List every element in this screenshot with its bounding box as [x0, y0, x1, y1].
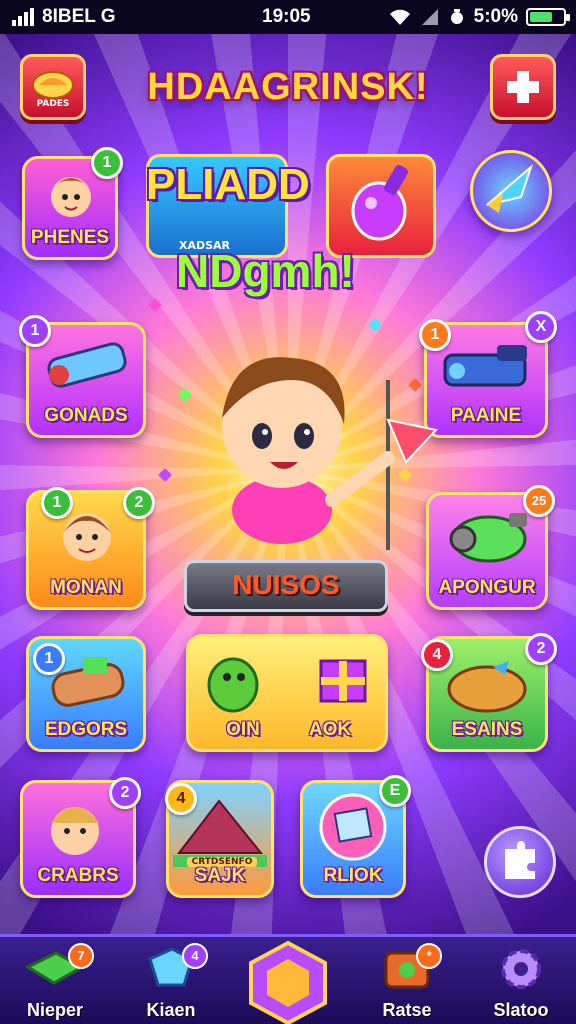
bottom-nav: 7 Nieper 4 Kiaen * Ratse Slatoo	[0, 934, 576, 1024]
tile-label: RLIOK	[323, 865, 383, 886]
tile-apongur[interactable]: APONGUR 25	[426, 485, 555, 610]
battery-percent: 5:0%	[473, 6, 518, 27]
tile-edgors[interactable]: EDGORS 1	[26, 636, 146, 752]
tile-esains[interactable]: ESAINS 4 2	[421, 633, 557, 752]
count-badge: 4	[165, 783, 197, 815]
close-badge[interactable]: X	[525, 311, 557, 343]
tile-label: APONGUR	[438, 577, 536, 598]
tile-oin-aok[interactable]: OIN AOK	[186, 634, 388, 752]
tile-paaine[interactable]: PAAINE 1 X	[419, 311, 557, 438]
home-gem-icon	[249, 940, 327, 1024]
puzzle-button[interactable]	[484, 826, 556, 898]
tile-label: PHENES	[30, 227, 110, 248]
nav-label: Kiaen	[146, 1000, 196, 1020]
nav-item-ratse[interactable]: * Ratse	[352, 937, 462, 1024]
game-title: HDAAGRINSK!	[147, 66, 429, 108]
count-badge: 2	[123, 487, 155, 519]
shop-button-label: PADES	[36, 99, 70, 109]
tile-monan[interactable]: MONAN 1 2	[26, 487, 155, 610]
carrier-label: 8IBEL G	[42, 6, 116, 27]
nav-label: Ratse	[382, 1000, 432, 1020]
wifi-icon	[389, 9, 410, 25]
tile-gonads[interactable]: GONADS 1	[19, 315, 146, 438]
nav-label: Slatoo	[493, 1000, 549, 1020]
count-badge: E	[379, 775, 411, 807]
promo-title: PLIADD	[146, 160, 310, 209]
count-badge: 1	[91, 147, 123, 179]
rocket-button[interactable]	[470, 150, 552, 232]
rocket-icon	[486, 163, 534, 213]
tile-rliok[interactable]: RLIOK E	[300, 775, 411, 898]
count-badge: 4	[421, 639, 453, 671]
puzzle-icon	[505, 841, 535, 879]
game-screen: 8IBEL G 19:05 5:0% PADES HDAAGRINSK! XAD…	[0, 0, 576, 1024]
status-bar: 8IBEL G 19:05 5:0%	[0, 0, 576, 34]
gift-box-icon	[319, 659, 367, 703]
add-button[interactable]	[490, 54, 556, 120]
tile-label: CRABRS	[37, 865, 119, 886]
count-badge: 1	[33, 643, 65, 675]
cell-signal-icon	[421, 9, 438, 25]
count-badge: 1	[41, 487, 73, 519]
nav-item-kiaen[interactable]: 4 Kiaen	[116, 937, 226, 1024]
tile-sajk[interactable]: CRTDSENFO SAJK 4	[165, 780, 274, 898]
count-badge: 2	[109, 777, 141, 809]
count-badge: 25	[523, 485, 555, 517]
nav-badge: 7	[68, 943, 94, 969]
tile-label: SAJK	[194, 865, 246, 886]
count-badge: 2	[525, 633, 557, 665]
play-button-label: NUISOS	[232, 569, 340, 600]
nav-item-nieper[interactable]: 7 Nieper	[0, 937, 110, 1024]
nav-badge: 4	[182, 943, 208, 969]
cash-icon	[24, 951, 86, 985]
nav-label: Nieper	[26, 1000, 84, 1020]
tile-label: GONADS	[44, 405, 128, 426]
battery-icon	[526, 8, 570, 26]
shop-icon	[32, 71, 74, 99]
tile-label: MONAN	[50, 577, 122, 598]
tile-crabrs[interactable]: CRABRS 2	[20, 777, 141, 898]
tile-label-left: OIN	[226, 719, 260, 740]
signal-icon	[12, 8, 34, 26]
tile-phenes[interactable]: PHENES 1	[22, 147, 123, 260]
crystal-icon	[148, 947, 194, 987]
hero-character	[222, 357, 438, 550]
alarm-icon	[450, 9, 463, 24]
nav-item-home[interactable]	[233, 937, 343, 1024]
play-button[interactable]: NUISOS	[184, 560, 388, 612]
gear-icon	[501, 949, 541, 989]
tile-label: EDGORS	[44, 719, 128, 740]
nav-item-slatoo[interactable]: Slatoo	[466, 937, 576, 1024]
clock: 19:05	[262, 6, 311, 27]
nav-badge: *	[416, 943, 442, 969]
tile-label: PAAINE	[450, 405, 522, 426]
tile-label-right: AOK	[308, 719, 352, 740]
shop-button[interactable]: PADES	[20, 54, 86, 120]
promo-subtitle: NDgmh!	[176, 245, 355, 297]
count-badge: 1	[19, 315, 51, 347]
chest-icon	[384, 951, 430, 989]
tile-label: ESAINS	[451, 719, 523, 740]
plus-icon	[507, 71, 539, 103]
